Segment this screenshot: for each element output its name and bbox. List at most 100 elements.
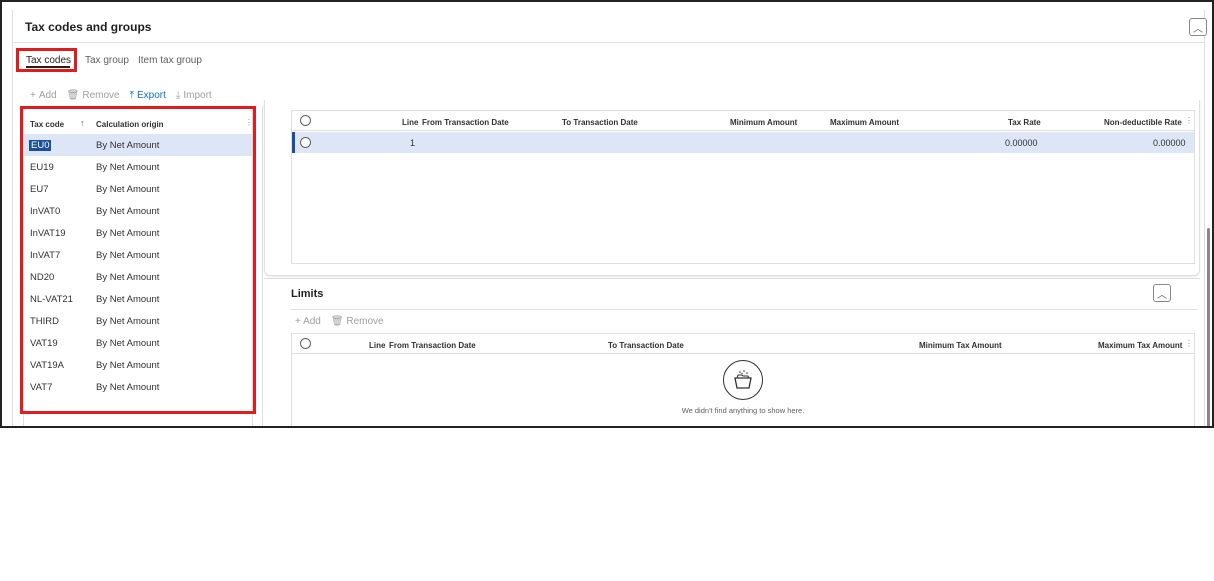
column-header-from-date[interactable]: From Transaction Date — [422, 118, 509, 127]
column-header-minimum-amount[interactable]: Minimum Amount — [730, 118, 797, 127]
tax-code-cell[interactable]: InVAT0 — [30, 206, 60, 217]
tax-code-cell[interactable]: THIRD — [30, 316, 59, 327]
table-row[interactable]: EU0 By Net Amount — [24, 134, 252, 156]
select-all-radio[interactable] — [300, 338, 311, 349]
trash-icon: 🗑 — [330, 316, 347, 327]
empty-state-folder-icon — [723, 360, 763, 400]
calculation-origin-cell: By Net Amount — [96, 360, 160, 371]
collapse-limits-button[interactable]: ︿ — [1153, 284, 1171, 302]
tax-codes-toolbar: + Add 🗑 Remove ⤒ Export ⤓ Import — [30, 90, 212, 101]
select-all-radio[interactable] — [300, 115, 311, 126]
table-row[interactable]: InVAT19 By Net Amount — [24, 222, 252, 244]
column-header-from-date[interactable]: From Transaction Date — [389, 341, 476, 350]
more-options-icon[interactable]: ⋮ — [1185, 339, 1193, 348]
calculation-origin-cell: By Net Amount — [96, 228, 160, 239]
column-header-maximum-tax-amount[interactable]: Maximum Tax Amount — [1098, 341, 1182, 350]
tax-code-cell[interactable]: VAT19A — [30, 360, 64, 371]
tax-code-cell[interactable]: InVAT19 — [30, 228, 66, 239]
add-button[interactable]: + Add — [30, 90, 57, 101]
calculation-origin-cell: By Net Amount — [96, 294, 160, 305]
table-row[interactable]: 1 0.00000 0.00000 — [292, 132, 1194, 153]
column-header-calculation-origin[interactable]: Calculation origin — [96, 120, 164, 129]
table-row[interactable]: EU19 By Net Amount — [24, 156, 252, 178]
tax-code-cell[interactable]: ND20 — [30, 272, 54, 283]
limits-add-button[interactable]: + Add — [295, 316, 321, 327]
tax-codes-grid-header: Tax code ↑ Calculation origin ⋮ — [24, 109, 253, 137]
column-header-tax-code[interactable]: Tax code — [30, 120, 64, 129]
column-header-to-date[interactable]: To Transaction Date — [562, 118, 638, 127]
tax-code-cell[interactable]: EU19 — [30, 162, 54, 173]
table-row[interactable]: EU7 By Net Amount — [24, 178, 252, 200]
table-row[interactable]: InVAT7 By Net Amount — [24, 244, 252, 266]
table-row[interactable]: InVAT0 By Net Amount — [24, 200, 252, 222]
tax-code-cell[interactable]: NL-VAT21 — [30, 294, 73, 305]
calculation-origin-cell: By Net Amount — [96, 184, 160, 195]
section-title: Tax codes and groups — [25, 20, 152, 34]
calculation-origin-cell: By Net Amount — [96, 316, 160, 327]
plus-icon: + — [295, 316, 304, 327]
tax-rate-cell[interactable]: 0.00000 — [1005, 138, 1038, 148]
calculation-origin-cell: By Net Amount — [96, 250, 160, 261]
title-divider — [13, 42, 1204, 43]
trash-icon: 🗑 — [66, 90, 80, 101]
tax-codes-and-groups-panel: Tax codes and groups ︿ Tax codes Tax gro… — [0, 0, 1214, 428]
tax-code-cell[interactable]: EU7 — [30, 184, 48, 195]
tax-code-cell[interactable]: VAT19 — [30, 338, 58, 349]
more-options-icon[interactable]: ⋮ — [245, 118, 253, 127]
empty-state-message: We didn't find anything to show here. — [681, 406, 805, 415]
table-row[interactable]: VAT19A By Net Amount — [24, 354, 252, 376]
table-row[interactable]: THIRD By Net Amount — [24, 310, 252, 332]
vertical-scrollbar[interactable] — [1207, 228, 1210, 426]
calculation-origin-cell: By Net Amount — [96, 338, 160, 349]
calculation-origin-cell: By Net Amount — [96, 140, 160, 151]
export-icon: ⤒ — [129, 90, 135, 101]
calculation-origin-cell: By Net Amount — [96, 162, 160, 173]
tab-highlight-box — [16, 48, 77, 72]
table-row[interactable]: ND20 By Net Amount — [24, 266, 252, 288]
limits-grid: Line From Transaction Date To Transactio… — [291, 333, 1195, 426]
limits-remove-button[interactable]: 🗑 Remove — [331, 316, 384, 327]
tab-item-tax-group[interactable]: Item tax group — [138, 55, 202, 66]
panel-left-border — [12, 10, 13, 426]
table-row[interactable]: NL-VAT21 By Net Amount — [24, 288, 252, 310]
calculation-origin-cell: By Net Amount — [96, 382, 160, 393]
tax-code-cell[interactable]: EU0 — [29, 140, 52, 151]
remove-button[interactable]: 🗑 Remove — [67, 90, 120, 101]
column-header-tax-rate[interactable]: Tax Rate — [1008, 118, 1041, 127]
plus-icon: + — [30, 90, 36, 101]
line-cell: 1 — [410, 138, 416, 148]
non-deductible-rate-cell[interactable]: 0.00000 — [1153, 138, 1186, 148]
sort-ascending-icon[interactable]: ↑ — [80, 118, 85, 128]
limits-grid-header: Line From Transaction Date To Transactio… — [292, 334, 1194, 354]
folder-icon — [734, 370, 752, 389]
tab-tax-group[interactable]: Tax group — [85, 55, 129, 66]
column-header-line[interactable]: Line — [369, 341, 385, 350]
chevron-up-icon: ︿ — [1193, 23, 1203, 35]
limits-toolbar: + Add 🗑 Remove — [295, 316, 384, 327]
column-header-line[interactable]: Line — [402, 118, 418, 127]
collapse-section-button[interactable]: ︿ — [1189, 18, 1207, 36]
export-button[interactable]: ⤒ Export — [130, 90, 166, 101]
import-icon: ⤓ — [175, 90, 181, 101]
calculation-origin-cell: By Net Amount — [96, 272, 160, 283]
limits-divider — [291, 309, 1197, 310]
chevron-up-icon: ︿ — [1157, 289, 1167, 301]
row-select-radio[interactable] — [300, 137, 311, 148]
panel-right-border — [1204, 10, 1205, 426]
pane-divider[interactable] — [262, 106, 263, 426]
tax-values-grid: Line From Transaction Date To Transactio… — [291, 110, 1195, 264]
tax-codes-grid: Tax code ↑ Calculation origin ⋮ EU0 By N… — [23, 108, 253, 426]
tax-code-cell[interactable]: InVAT7 — [30, 250, 60, 261]
limits-title: Limits — [291, 288, 324, 300]
import-button[interactable]: ⤓ Import — [176, 90, 212, 101]
column-header-non-deductible-rate[interactable]: Non-deductible Rate — [1104, 118, 1182, 127]
tax-values-grid-header: Line From Transaction Date To Transactio… — [292, 111, 1194, 131]
more-options-icon[interactable]: ⋮ — [1185, 116, 1193, 125]
column-header-to-date[interactable]: To Transaction Date — [608, 341, 684, 350]
table-row[interactable]: VAT7 By Net Amount — [24, 376, 252, 398]
calculation-origin-cell: By Net Amount — [96, 206, 160, 217]
table-row[interactable]: VAT19 By Net Amount — [24, 332, 252, 354]
tax-code-cell[interactable]: VAT7 — [30, 382, 52, 393]
column-header-maximum-amount[interactable]: Maximum Amount — [830, 118, 899, 127]
column-header-minimum-tax-amount[interactable]: Minimum Tax Amount — [919, 341, 1002, 350]
